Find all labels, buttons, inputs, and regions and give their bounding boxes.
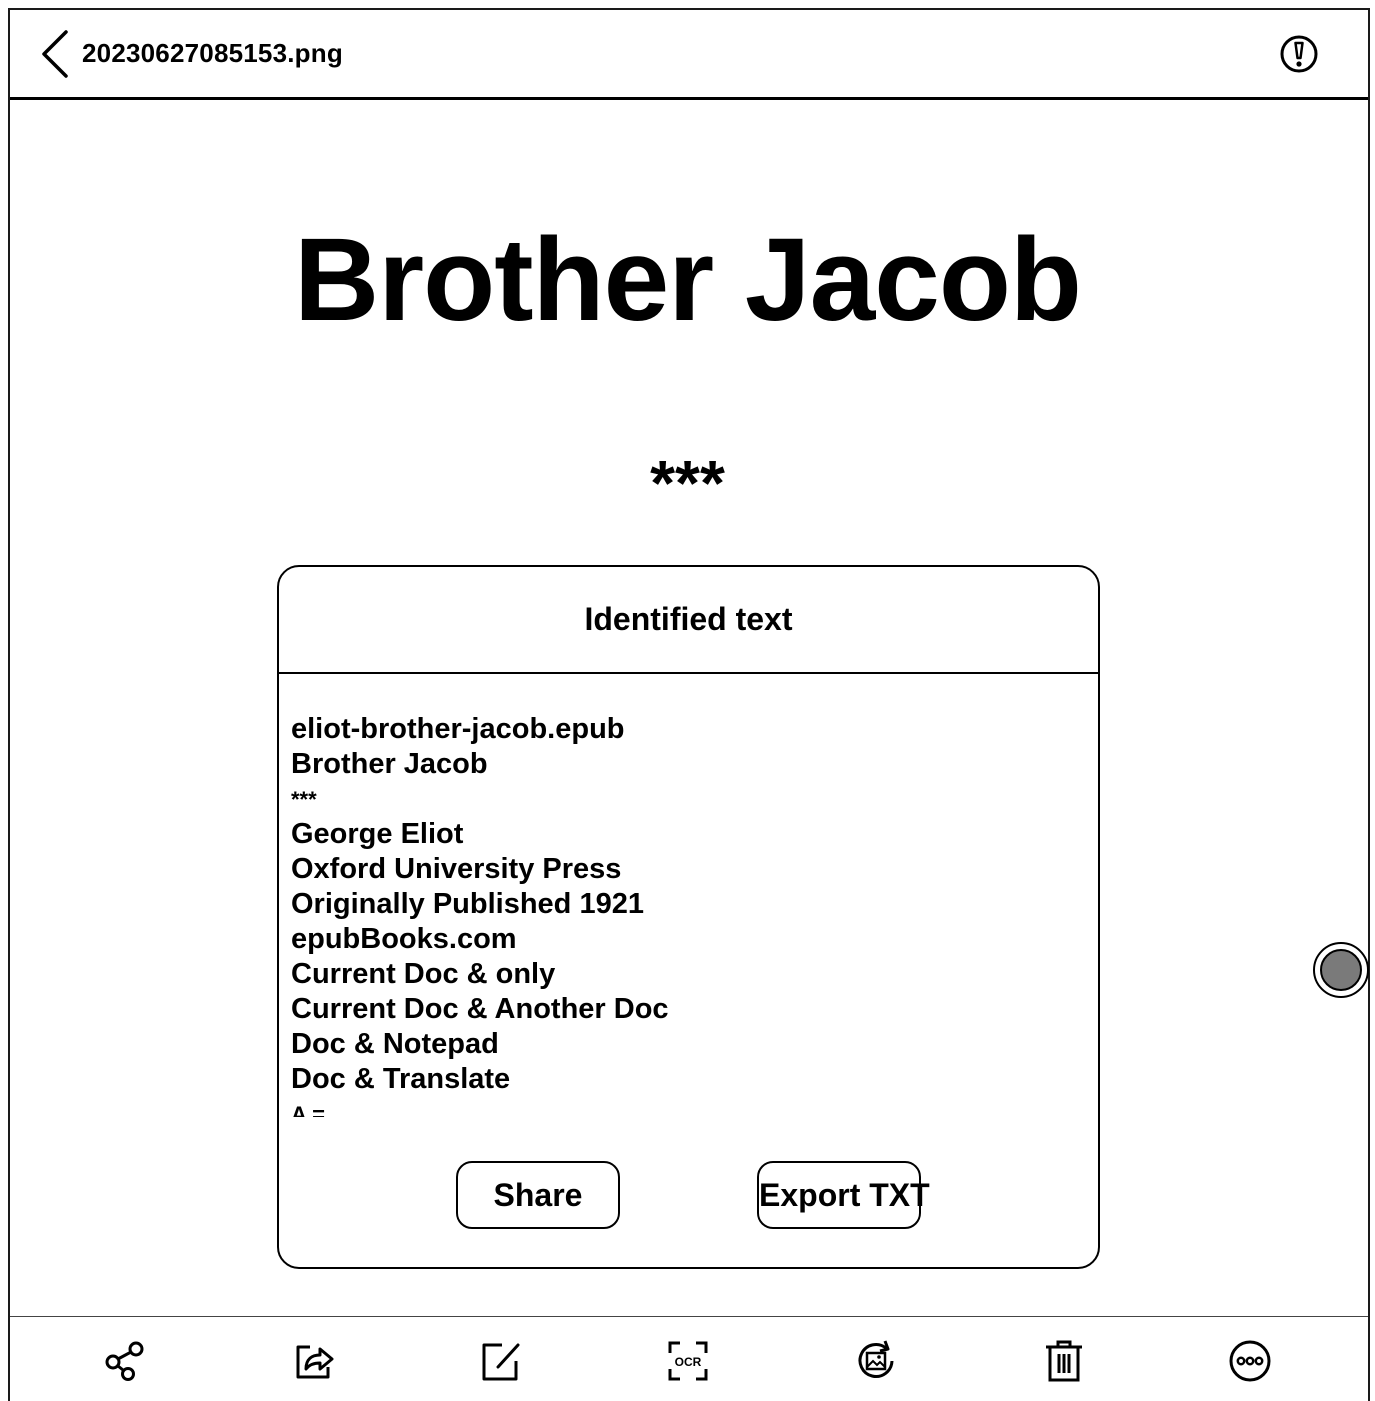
text-line: Current Doc & Another Doc: [291, 993, 669, 1025]
ocr-button[interactable]: OCR: [664, 1337, 712, 1385]
info-button[interactable]: [1278, 33, 1320, 75]
document-separator: ***: [650, 447, 725, 519]
dialog-title: Identified text: [584, 601, 793, 637]
text-line: Doc & Notepad: [291, 1028, 499, 1060]
chevron-left-icon: [42, 30, 68, 78]
more-options-button[interactable]: [1226, 1337, 1274, 1385]
edit-button[interactable]: [476, 1337, 524, 1385]
back-button[interactable]: [36, 28, 76, 80]
export-arrow-icon: [296, 1345, 334, 1379]
text-line: Current Doc & only: [291, 958, 556, 990]
text-line: Brother Jacob: [291, 748, 488, 780]
share-nodes-icon: [105, 1341, 144, 1381]
share-button[interactable]: Share: [456, 1161, 620, 1229]
top-bar: 20230627085153.png: [10, 10, 1368, 100]
text-line: epubBooks.com: [291, 923, 517, 955]
trash-icon: [1046, 1340, 1082, 1382]
text-line: A =: [291, 1102, 326, 1117]
more-options-icon: [1229, 1340, 1271, 1382]
edit-pencil-icon: [482, 1343, 520, 1381]
export-button[interactable]: [290, 1337, 338, 1385]
text-line: Doc & Translate: [291, 1063, 511, 1095]
identified-text-dialog: Identified text eliot-brother-jacob.epub…: [277, 565, 1100, 1269]
exclamation-circle-icon: [1280, 35, 1318, 73]
ocr-scan-icon: OCR: [668, 1341, 708, 1381]
identified-text-area[interactable]: eliot-brother-jacob.epub Brother Jacob *…: [291, 712, 1071, 1117]
rotate-image-icon: [858, 1340, 894, 1378]
share-nodes-button[interactable]: [102, 1337, 150, 1385]
document-title: Brother Jacob: [294, 214, 1082, 346]
rotate-image-button[interactable]: [852, 1337, 900, 1385]
text-line: George Eliot: [291, 818, 464, 850]
delete-button[interactable]: [1040, 1337, 1088, 1385]
export-txt-button[interactable]: Export TXT: [757, 1161, 930, 1229]
text-line: Oxford University Press: [291, 853, 622, 885]
floating-ball-button[interactable]: [1313, 942, 1369, 998]
dialog-header: Identified text: [279, 567, 1098, 674]
text-line: ***: [291, 787, 317, 812]
svg-text:OCR: OCR: [675, 1355, 702, 1369]
text-line: Originally Published 1921: [291, 888, 644, 920]
floating-ball-inner: [1320, 949, 1362, 991]
text-line: eliot-brother-jacob.epub: [291, 713, 625, 745]
file-name-title: 20230627085153.png: [82, 38, 343, 68]
bottom-toolbar: OCR: [10, 1316, 1368, 1401]
